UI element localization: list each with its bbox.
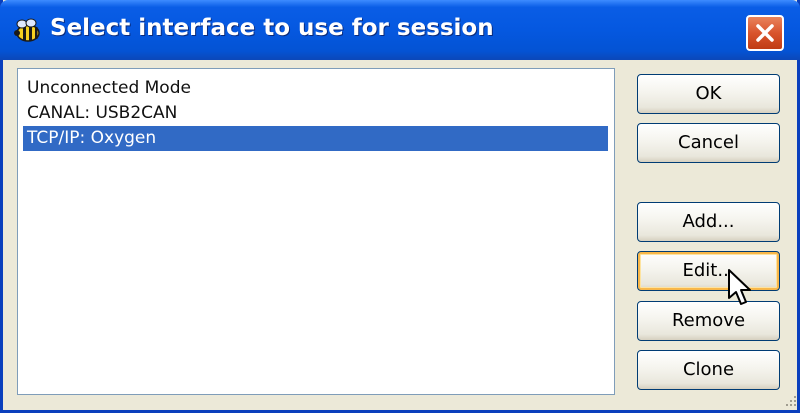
window-title: Select interface to use for session: [50, 15, 494, 41]
interface-listbox[interactable]: Unconnected Mode CANAL: USB2CAN TCP/IP: …: [17, 68, 615, 395]
add-button[interactable]: Add...: [637, 202, 780, 242]
list-item-label: TCP/IP: Oxygen: [27, 128, 157, 148]
mouse-cursor-icon: [727, 268, 753, 308]
edit-button[interactable]: Edit...: [637, 251, 780, 291]
dialog-window: Select interface to use for session Unco…: [0, 0, 800, 413]
cancel-button[interactable]: Cancel: [637, 123, 780, 163]
list-item-unconnected-mode[interactable]: Unconnected Mode: [23, 76, 608, 101]
title-bar[interactable]: Select interface to use for session: [0, 0, 800, 60]
list-item-tcpip-oxygen[interactable]: TCP/IP: Oxygen: [23, 126, 608, 151]
list-item-canal-usb2can[interactable]: CANAL: USB2CAN: [23, 101, 608, 126]
ok-button[interactable]: OK: [637, 74, 780, 114]
clone-button[interactable]: Clone: [637, 350, 780, 390]
bee-icon: [12, 18, 42, 44]
resize-grip-icon[interactable]: [782, 392, 798, 408]
remove-button[interactable]: Remove: [637, 301, 780, 341]
close-button[interactable]: [746, 15, 784, 51]
list-item-label: CANAL: USB2CAN: [27, 103, 178, 123]
list-item-label: Unconnected Mode: [27, 78, 191, 98]
